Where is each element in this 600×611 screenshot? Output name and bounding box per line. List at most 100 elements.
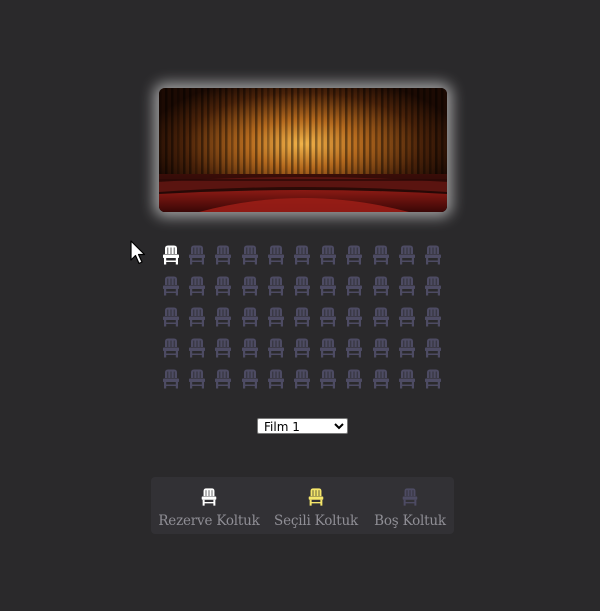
seat-grid (160, 244, 448, 394)
legend-empty-label: Boş Koltuk (374, 513, 446, 529)
seat-empty[interactable] (291, 244, 313, 266)
chair-icon (267, 369, 284, 389)
chair-icon (346, 276, 363, 296)
seat-empty[interactable] (186, 337, 208, 359)
seat-empty[interactable] (265, 337, 287, 359)
seat-empty[interactable] (186, 368, 208, 390)
legend-empty: Boş Koltuk (369, 477, 451, 534)
chair-icon (241, 369, 258, 389)
seat-empty[interactable] (422, 368, 444, 390)
chair-icon (398, 307, 415, 327)
seat-empty[interactable] (160, 275, 182, 297)
seat-empty[interactable] (239, 244, 261, 266)
seat-empty[interactable] (291, 337, 313, 359)
seat-empty[interactable] (186, 306, 208, 328)
seat-empty[interactable] (317, 244, 339, 266)
chair-icon (241, 276, 258, 296)
seat-empty[interactable] (370, 368, 392, 390)
chair-icon (163, 307, 179, 327)
seat-empty[interactable] (370, 337, 392, 359)
seat-empty[interactable] (396, 275, 418, 297)
chair-icon (400, 487, 420, 507)
chair-icon (189, 245, 206, 265)
seat-empty[interactable] (396, 368, 418, 390)
seat-empty[interactable] (291, 275, 313, 297)
seat-legend: Rezerve Koltuk Seçili Koltuk Boş Koltuk (151, 477, 454, 534)
seat-empty[interactable] (186, 275, 208, 297)
chair-icon (320, 307, 337, 327)
chair-icon (372, 338, 389, 358)
chair-icon (306, 487, 326, 507)
seat-empty[interactable] (239, 368, 261, 390)
seat-empty[interactable] (343, 275, 365, 297)
chair-icon (189, 338, 206, 358)
seat-empty[interactable] (265, 306, 287, 328)
chair-icon (425, 245, 441, 265)
seat-empty[interactable] (317, 368, 339, 390)
legend-selected-label: Seçili Koltuk (274, 513, 358, 529)
chair-icon (320, 369, 337, 389)
chair-icon (320, 276, 337, 296)
chair-icon (215, 245, 232, 265)
chair-icon (372, 369, 389, 389)
chair-icon (294, 369, 310, 389)
seat-empty[interactable] (212, 275, 234, 297)
chair-icon (189, 307, 206, 327)
seat-empty[interactable] (370, 244, 392, 266)
chair-icon (294, 338, 310, 358)
seat-empty[interactable] (422, 244, 444, 266)
seat-empty[interactable] (239, 306, 261, 328)
theater-curtain-image (159, 88, 447, 212)
chair-icon (241, 338, 258, 358)
seat-empty[interactable] (239, 275, 261, 297)
chair-icon (241, 245, 258, 265)
seat-reserved[interactable] (160, 244, 182, 266)
seat-empty[interactable] (265, 275, 287, 297)
seat-empty[interactable] (370, 306, 392, 328)
seat-empty[interactable] (265, 244, 287, 266)
seat-empty[interactable] (265, 368, 287, 390)
chair-icon (215, 276, 232, 296)
seat-empty[interactable] (317, 337, 339, 359)
seat-empty[interactable] (212, 337, 234, 359)
seat-empty[interactable] (422, 337, 444, 359)
seat-empty[interactable] (291, 368, 313, 390)
seat-empty[interactable] (370, 275, 392, 297)
seat-empty[interactable] (422, 306, 444, 328)
seat-empty[interactable] (160, 337, 182, 359)
chair-icon (267, 338, 284, 358)
chair-icon (163, 338, 179, 358)
cinema-screen (159, 88, 447, 212)
chair-icon (425, 276, 441, 296)
seat-empty[interactable] (422, 275, 444, 297)
chair-icon (372, 245, 389, 265)
chair-icon (189, 369, 206, 389)
chair-icon (267, 245, 284, 265)
seat-empty[interactable] (343, 368, 365, 390)
chair-icon (346, 307, 363, 327)
seat-empty[interactable] (212, 244, 234, 266)
seat-empty[interactable] (212, 306, 234, 328)
chair-icon (346, 245, 363, 265)
chair-icon (215, 307, 232, 327)
seat-empty[interactable] (212, 368, 234, 390)
chair-icon (320, 338, 337, 358)
chair-icon (372, 307, 389, 327)
seat-empty[interactable] (160, 306, 182, 328)
seat-empty[interactable] (160, 368, 182, 390)
seat-empty[interactable] (291, 306, 313, 328)
seat-empty[interactable] (396, 244, 418, 266)
seat-empty[interactable] (396, 306, 418, 328)
seat-empty[interactable] (239, 337, 261, 359)
chair-icon (163, 276, 179, 296)
seat-empty[interactable] (343, 244, 365, 266)
seat-empty[interactable] (396, 337, 418, 359)
seat-empty[interactable] (317, 275, 339, 297)
seat-empty[interactable] (317, 306, 339, 328)
seat-empty[interactable] (343, 306, 365, 328)
chair-icon (294, 307, 310, 327)
seat-empty[interactable] (186, 244, 208, 266)
seat-empty[interactable] (343, 337, 365, 359)
movie-select[interactable]: Film 1 (257, 418, 348, 434)
chair-icon (294, 245, 310, 265)
